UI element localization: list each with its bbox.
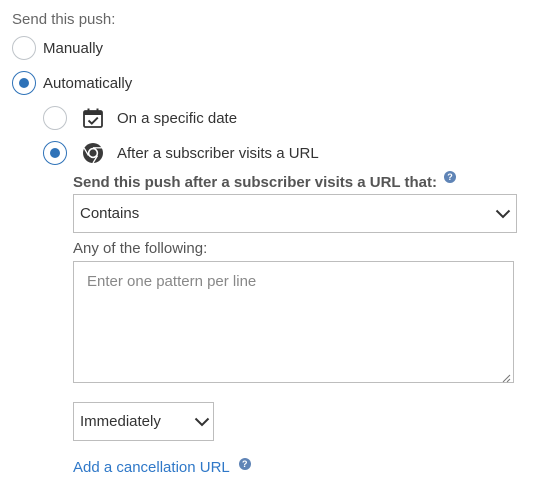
automatically-radio[interactable]	[12, 71, 36, 95]
visits-url-option[interactable]: After a subscriber visits a URL	[43, 140, 319, 166]
patterns-label: Any of the following:	[73, 240, 208, 257]
specific-date-label: On a specific date	[117, 109, 238, 127]
url-condition-label: Send this push after a subscriber visits…	[73, 171, 456, 191]
add-cancellation-url-text[interactable]: Add a cancellation URL	[73, 459, 230, 476]
visits-url-radio[interactable]	[43, 141, 67, 165]
resize-handle-icon[interactable]	[501, 370, 511, 383]
timing-select[interactable]: Immediately	[73, 402, 214, 441]
automatically-option[interactable]: Automatically	[12, 70, 132, 96]
patterns-placeholder: Enter one pattern per line	[87, 273, 257, 290]
automatically-label: Automatically	[43, 74, 133, 92]
manually-option[interactable]: Manually	[12, 35, 103, 61]
visits-url-label: After a subscriber visits a URL	[117, 144, 319, 162]
url-condition-text: Send this push after a subscriber visits…	[73, 174, 437, 191]
timing-selected: Immediately	[80, 413, 161, 430]
manually-label: Manually	[43, 39, 104, 57]
send-push-label: Send this push:	[12, 11, 116, 28]
patterns-textarea[interactable]: Enter one pattern per line	[73, 261, 514, 383]
specific-date-option[interactable]: On a specific date	[43, 105, 237, 131]
manually-radio[interactable]	[12, 36, 36, 60]
chrome-icon	[82, 142, 104, 164]
chevron-down-icon	[495, 209, 511, 219]
help-icon[interactable]: ?	[238, 458, 251, 470]
url-condition-select[interactable]: Contains	[73, 194, 517, 233]
specific-date-radio[interactable]	[43, 106, 67, 130]
calendar-check-icon	[82, 107, 104, 129]
chevron-down-icon	[194, 417, 210, 427]
add-cancellation-url-link[interactable]: Add a cancellation URL ?	[73, 458, 251, 476]
url-condition-selected: Contains	[80, 205, 140, 222]
help-icon[interactable]: ?	[443, 171, 456, 183]
